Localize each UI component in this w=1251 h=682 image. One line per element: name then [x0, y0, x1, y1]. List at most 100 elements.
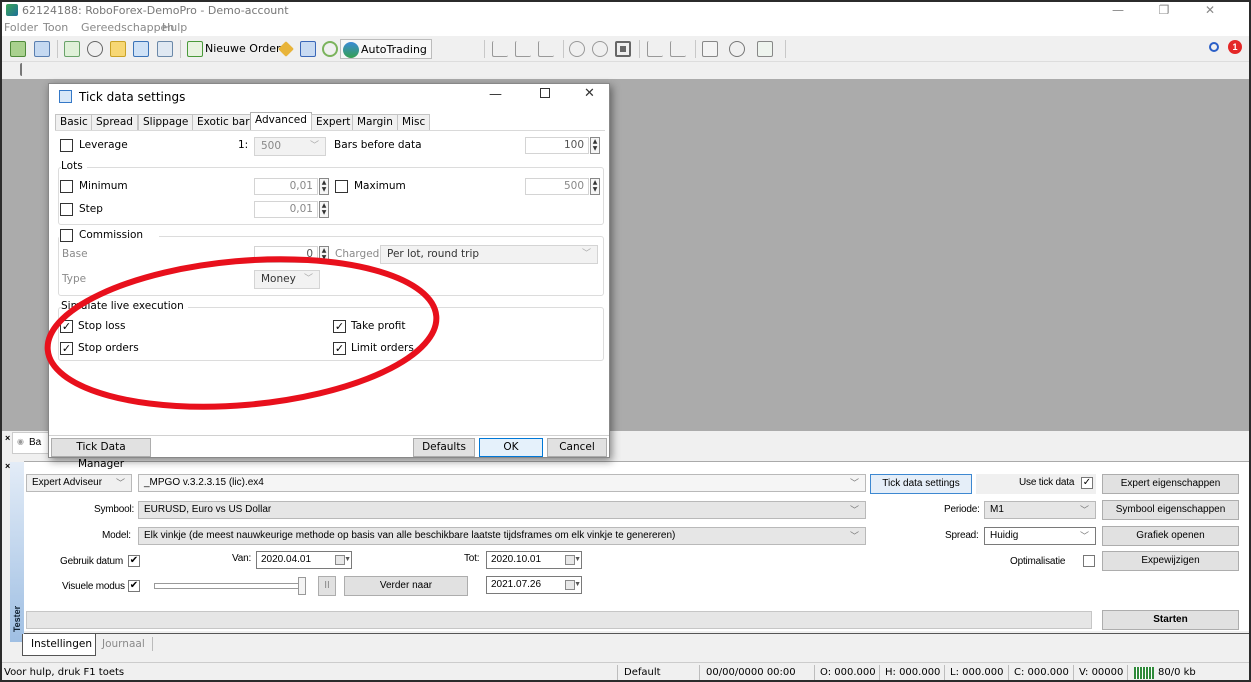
period-select[interactable]: M1 ﹀ — [984, 501, 1096, 519]
lots-maximum-input[interactable]: 500 — [525, 178, 589, 195]
menu-help[interactable]: Hulp — [162, 21, 187, 34]
lots-step-spinner[interactable]: ▲ ▼ — [319, 201, 329, 218]
stop-loss-label: Stop loss — [78, 320, 126, 332]
tab-basic[interactable]: Basic — [55, 114, 93, 130]
cancel-button[interactable]: Cancel — [547, 438, 607, 457]
tick-data-settings-button[interactable]: Tick data settings — [870, 474, 972, 494]
lots-maximum-spinner[interactable]: ▲ ▼ — [590, 178, 600, 195]
expert-select[interactable]: _MPGO v.3.2.3.15 (lic).ex4 ﹀ — [138, 474, 866, 492]
connection-icon — [1134, 667, 1154, 679]
main-toolbar: Nieuwe Order AutoTrading 1 — [2, 36, 1249, 62]
lots-minimum-spinner[interactable]: ▲ ▼ — [319, 178, 329, 195]
defaults-button[interactable]: Defaults — [413, 438, 475, 457]
bar-chart-icon[interactable] — [492, 41, 508, 57]
to-date-picker[interactable]: 2020.10.01 ▼ — [486, 551, 582, 569]
lots-group — [58, 167, 604, 225]
stop-loss-checkbox[interactable]: ✓ — [60, 320, 73, 333]
tab-misc[interactable]: Misc — [397, 114, 431, 130]
tab-expert[interactable]: Expert — [311, 114, 356, 130]
visual-speed-track[interactable] — [154, 583, 304, 589]
chart-shift-icon[interactable] — [647, 41, 663, 57]
take-profit-checkbox[interactable]: ✓ — [333, 320, 346, 333]
navigator-icon[interactable] — [110, 41, 126, 57]
dialog-close-button[interactable]: ✕ — [584, 86, 595, 101]
bars-before-data-spinner[interactable]: ▲ ▼ — [590, 137, 600, 154]
new-order-button[interactable]: Nieuwe Order — [185, 39, 285, 59]
signals-icon[interactable] — [322, 41, 338, 57]
use-date-checkbox[interactable]: ✔ — [128, 555, 140, 567]
market-watch-icon[interactable] — [64, 41, 80, 57]
tab-margin[interactable]: Margin — [352, 114, 398, 130]
tab-spread[interactable]: Spread — [91, 114, 138, 130]
symbol-properties-button[interactable]: Symbool eigenschappen — [1102, 500, 1239, 520]
tester-side-strip: Tester — [10, 462, 24, 642]
commission-base-spinner[interactable]: ▲ ▼ — [319, 246, 329, 263]
stop-orders-checkbox[interactable]: ✓ — [60, 342, 73, 355]
type-select[interactable]: Expert Adviseur ﹀ — [26, 474, 132, 492]
tick-data-manager-button[interactable]: Tick Data Manager — [51, 438, 151, 470]
commission-checkbox[interactable] — [60, 229, 73, 242]
indicators-icon[interactable] — [702, 41, 718, 57]
restore-button[interactable]: ❐ — [1141, 2, 1187, 19]
tile-windows-icon[interactable] — [615, 41, 631, 57]
community-icon[interactable] — [300, 41, 316, 57]
zoom-out-icon[interactable] — [592, 41, 608, 57]
spread-select[interactable]: Huidig ﹀ — [984, 527, 1096, 545]
model-select[interactable]: Elk vinkje (de meest nauwkeurige methode… — [138, 527, 866, 545]
bars-before-data-input[interactable]: 100 — [525, 137, 589, 154]
lots-minimum-checkbox[interactable] — [60, 180, 73, 193]
menu-tools[interactable]: Gereedschappen — [81, 21, 174, 34]
line-chart-icon[interactable] — [538, 41, 554, 57]
lots-maximum-checkbox[interactable] — [335, 180, 348, 193]
lots-step-checkbox[interactable] — [60, 203, 73, 216]
search-icon[interactable] — [1209, 42, 1219, 52]
terminal-icon[interactable] — [133, 41, 149, 57]
ok-button[interactable]: OK — [479, 438, 543, 457]
close-tab-icon[interactable]: × — [5, 433, 10, 443]
lots-minimum-input[interactable]: 0,01 — [254, 178, 318, 195]
skip-to-date-picker[interactable]: 2021.07.26 ▼ — [486, 576, 582, 594]
lots-step-input[interactable]: 0,01 — [254, 201, 318, 218]
leverage-checkbox[interactable] — [60, 139, 73, 152]
tab-slippage[interactable]: Slippage — [138, 114, 194, 130]
new-chart-icon[interactable] — [10, 41, 26, 57]
pause-button[interactable]: II — [318, 576, 336, 596]
use-tick-data-checkbox[interactable]: ✓ — [1081, 477, 1093, 489]
optimization-checkbox[interactable] — [1083, 555, 1095, 567]
crosshair-icon[interactable] — [87, 41, 103, 57]
leverage-select[interactable]: 500 ﹀ — [254, 137, 326, 156]
dialog-maximize-button[interactable] — [540, 88, 550, 98]
skip-to-button[interactable]: Verder naar — [344, 576, 468, 596]
cursor-icon[interactable] — [20, 63, 30, 76]
tab-journal[interactable]: Journaal — [102, 638, 145, 650]
menu-folder[interactable]: Folder — [4, 21, 38, 34]
commission-type-select[interactable]: Money ﹀ — [254, 270, 320, 289]
notification-icon[interactable]: 1 — [1228, 40, 1242, 54]
candlestick-icon[interactable] — [515, 41, 531, 57]
tab-settings[interactable]: Instellingen — [22, 634, 96, 656]
open-chart-button[interactable]: Grafiek openen — [1102, 526, 1239, 546]
minimize-button[interactable]: — — [1095, 2, 1141, 19]
templates-icon[interactable] — [757, 41, 773, 57]
close-button[interactable]: ✕ — [1187, 2, 1233, 19]
tab-advanced[interactable]: Advanced — [250, 112, 312, 131]
expert-properties-button[interactable]: Expert eigenschappen — [1102, 474, 1239, 494]
autotrading-button[interactable]: AutoTrading — [340, 39, 432, 59]
commission-base-input[interactable]: 0 — [254, 246, 318, 263]
periods-icon[interactable] — [729, 41, 745, 57]
commission-charged-select[interactable]: Per lot, round trip ﹀ — [380, 245, 598, 264]
visual-speed-slider[interactable] — [298, 577, 306, 595]
zoom-in-icon[interactable] — [569, 41, 585, 57]
limit-orders-checkbox[interactable]: ✓ — [333, 342, 346, 355]
profiles-icon[interactable] — [34, 41, 50, 57]
strategy-tester-icon[interactable] — [157, 41, 173, 57]
start-button[interactable]: Starten — [1102, 610, 1239, 630]
visual-mode-checkbox[interactable]: ✔ — [128, 580, 140, 592]
from-date-picker[interactable]: 2020.04.01 ▼ — [256, 551, 352, 569]
hidden-tab[interactable]: ◉ Ba — [12, 432, 52, 454]
dialog-minimize-button[interactable]: — — [489, 87, 502, 102]
autoscroll-icon[interactable] — [670, 41, 686, 57]
modify-expert-button[interactable]: Expewijzigen — [1102, 551, 1239, 571]
symbol-select[interactable]: EURUSD, Euro vs US Dollar ﹀ — [138, 501, 866, 519]
menu-view[interactable]: Toon — [43, 21, 68, 34]
